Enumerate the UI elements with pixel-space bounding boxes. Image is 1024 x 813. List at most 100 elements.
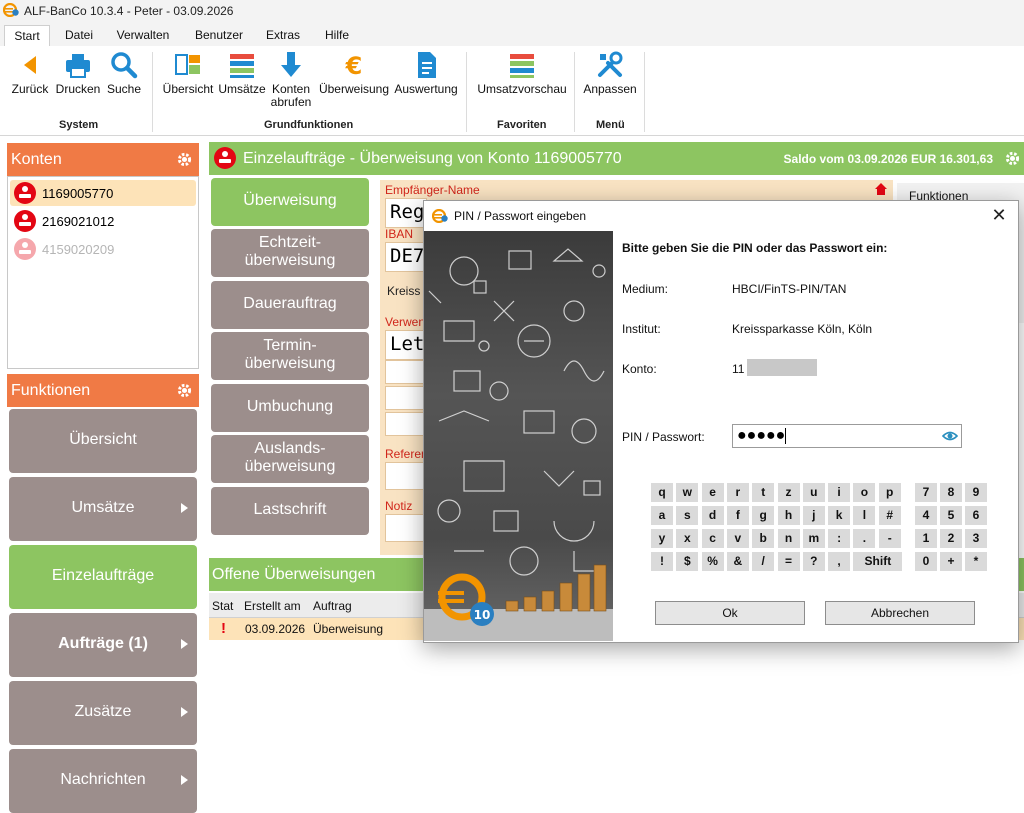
keyboard-key[interactable]: : — [828, 529, 851, 548]
keyboard-key[interactable]: z — [777, 483, 800, 502]
purpose-input[interactable]: Let — [385, 330, 425, 360]
keyboard-key[interactable]: k — [828, 506, 851, 525]
reference-input[interactable] — [385, 462, 425, 490]
shift-key[interactable]: Shift — [853, 552, 903, 571]
tab-benutzer[interactable]: Benutzer — [188, 25, 250, 46]
keyboard-key[interactable]: , — [828, 552, 851, 571]
numpad-key[interactable]: 4 — [915, 506, 937, 525]
order-type-scheduled-transfer[interactable]: Termin- überweisung — [211, 332, 369, 380]
function-orders-button[interactable]: Aufträge (1) — [9, 613, 197, 677]
tab-extras[interactable]: Extras — [262, 25, 304, 46]
order-type-internal-transfer[interactable]: Umbuchung — [211, 384, 369, 432]
keyboard-key[interactable]: i — [828, 483, 851, 502]
tab-verwalten[interactable]: Verwalten — [111, 25, 175, 46]
note-input[interactable] — [385, 514, 425, 542]
function-overview-button[interactable]: Übersicht — [9, 409, 197, 473]
column-header[interactable]: Erstellt am — [244, 599, 301, 613]
numpad-key[interactable]: 6 — [965, 506, 987, 525]
overview-button[interactable]: Übersicht — [160, 50, 216, 96]
keyboard-key[interactable]: a — [651, 506, 673, 525]
pin-password-input[interactable]: ●●●●● — [732, 424, 962, 448]
numpad-key[interactable]: 7 — [915, 483, 937, 502]
keyboard-key[interactable]: u — [802, 483, 825, 502]
numpad-key[interactable]: 1 — [915, 529, 937, 548]
keyboard-key[interactable]: v — [726, 529, 749, 548]
search-button[interactable]: Suche — [104, 50, 144, 96]
keyboard-key[interactable]: g — [752, 506, 775, 525]
account-item[interactable]: 4159020209 — [10, 236, 196, 262]
preview-transactions-button[interactable]: Umsatzvorschau — [476, 50, 568, 96]
customize-button[interactable]: Anpassen — [583, 50, 637, 96]
close-icon[interactable]: ✕ — [990, 206, 1008, 224]
keyboard-key[interactable]: w — [676, 483, 699, 502]
show-password-eye-icon[interactable] — [942, 429, 958, 443]
cancel-button[interactable]: Abbrechen — [825, 601, 975, 625]
keyboard-key[interactable]: b — [752, 529, 775, 548]
keyboard-key[interactable]: m — [802, 529, 825, 548]
keyboard-key[interactable]: s — [676, 506, 699, 525]
print-button[interactable]: Drucken — [54, 50, 102, 96]
keyboard-key[interactable]: t — [752, 483, 775, 502]
recipient-name-input[interactable]: Reg — [385, 198, 427, 228]
function-messages-button[interactable]: Nachrichten — [9, 749, 197, 813]
gear-icon[interactable] — [1004, 150, 1021, 167]
keyboard-key[interactable]: f — [726, 506, 749, 525]
tab-datei[interactable]: Datei — [57, 25, 101, 46]
keyboard-key[interactable]: = — [777, 552, 800, 571]
keyboard-key[interactable]: j — [802, 506, 825, 525]
back-button[interactable]: Zurück — [8, 50, 52, 96]
numpad-key[interactable]: 9 — [965, 483, 987, 502]
numpad-key[interactable]: * — [965, 552, 987, 571]
order-type-transfer[interactable]: Überweisung — [211, 178, 369, 226]
tab-start[interactable]: Start — [4, 25, 50, 47]
tab-hilfe[interactable]: Hilfe — [318, 25, 356, 46]
gear-icon[interactable] — [176, 382, 193, 399]
keyboard-key[interactable]: ! — [651, 552, 673, 571]
column-header[interactable]: Auftrag — [313, 599, 352, 613]
keyboard-key[interactable]: p — [878, 483, 901, 502]
column-header[interactable]: Stat — [212, 599, 233, 613]
function-transactions-button[interactable]: Umsätze — [9, 477, 197, 541]
numpad-key[interactable]: + — [940, 552, 962, 571]
order-type-direct-debit[interactable]: Lastschrift — [211, 487, 369, 535]
keyboard-key[interactable]: q — [651, 483, 673, 502]
keyboard-key[interactable]: h — [777, 506, 800, 525]
purpose-line-input[interactable] — [385, 360, 425, 384]
gear-icon[interactable] — [176, 151, 193, 168]
order-type-standing-order[interactable]: Dauerauftrag — [211, 281, 369, 329]
keyboard-key[interactable]: / — [752, 552, 775, 571]
keyboard-key[interactable]: e — [701, 483, 724, 502]
order-type-instant-transfer[interactable]: Echtzeit- überweisung — [211, 229, 369, 277]
transfer-button[interactable]: € Überweisung — [318, 50, 390, 96]
keyboard-key[interactable]: ? — [802, 552, 825, 571]
keyboard-key[interactable]: x — [676, 529, 699, 548]
keyboard-key[interactable]: & — [726, 552, 749, 571]
purpose-line-input[interactable] — [385, 412, 425, 436]
home-icon[interactable] — [875, 183, 887, 195]
transactions-button[interactable]: Umsätze — [218, 50, 266, 96]
numpad-key[interactable]: 2 — [940, 529, 962, 548]
iban-input[interactable]: DE7 — [385, 242, 425, 272]
account-item[interactable]: 1169005770 — [10, 180, 196, 206]
keyboard-key[interactable]: c — [701, 529, 724, 548]
keyboard-key[interactable]: $ — [676, 552, 699, 571]
numpad-key[interactable]: 5 — [940, 506, 962, 525]
function-single-orders-button[interactable]: Einzelaufträge — [9, 545, 197, 609]
keyboard-key[interactable]: - — [878, 529, 901, 548]
ok-button[interactable]: Ok — [655, 601, 805, 625]
keyboard-key[interactable]: n — [777, 529, 800, 548]
function-extras-button[interactable]: Zusätze — [9, 681, 197, 745]
numpad-key[interactable]: 3 — [965, 529, 987, 548]
keyboard-key[interactable]: % — [701, 552, 724, 571]
purpose-line-input[interactable] — [385, 386, 425, 410]
order-type-foreign-transfer[interactable]: Auslands- überweisung — [211, 435, 369, 483]
report-button[interactable]: Auswertung — [392, 50, 460, 96]
keyboard-key[interactable]: y — [651, 529, 673, 548]
keyboard-key[interactable]: r — [726, 483, 749, 502]
keyboard-key[interactable]: # — [878, 506, 901, 525]
keyboard-key[interactable]: . — [853, 529, 876, 548]
fetch-accounts-button[interactable]: Konten abrufen — [268, 50, 314, 109]
numpad-key[interactable]: 0 — [915, 552, 937, 571]
keyboard-key[interactable]: o — [853, 483, 876, 502]
numpad-key[interactable]: 8 — [940, 483, 962, 502]
